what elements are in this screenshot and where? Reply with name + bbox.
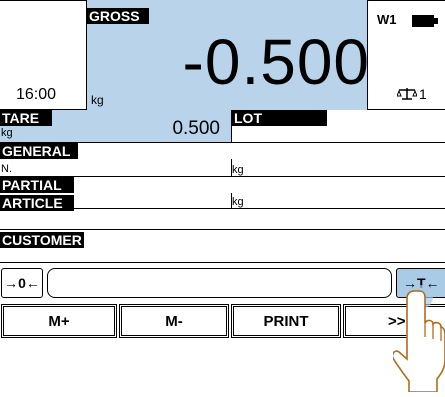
weigher-label: W1 [377, 12, 397, 27]
lot-label: LOT [232, 110, 327, 126]
general-label: GENERAL [0, 143, 78, 159]
gross-unit: kg [91, 93, 104, 107]
message-field[interactable] [47, 268, 392, 298]
gross-value: -0.500 [182, 26, 370, 98]
tare-value: 0.500 [172, 118, 220, 139]
general-n-label: N. [1, 163, 12, 175]
customer-bottom-border [0, 262, 445, 263]
pointing-hand-icon [391, 285, 445, 393]
scale-number: 1 [419, 86, 427, 102]
article-label[interactable]: ARTICLE [0, 195, 74, 211]
print-button[interactable]: PRINT [231, 304, 341, 338]
article-bottom-border [0, 229, 445, 230]
partial-unit: kg [232, 196, 244, 208]
clock-time: 16:00 [16, 86, 57, 103]
battery-icon [412, 14, 438, 27]
general-unit: kg [232, 164, 244, 176]
memory-plus-button[interactable]: M+ [1, 304, 117, 338]
tare-label: TARE [0, 110, 52, 126]
scale-icon [396, 87, 418, 101]
tare-unit: kg [1, 127, 13, 139]
gross-label: GROSS [87, 8, 149, 24]
partial-label: PARTIAL [0, 177, 74, 193]
memory-minus-button[interactable]: M- [119, 304, 229, 338]
customer-label[interactable]: CUSTOMER [0, 232, 84, 248]
zero-button[interactable]: →0← [1, 268, 43, 298]
